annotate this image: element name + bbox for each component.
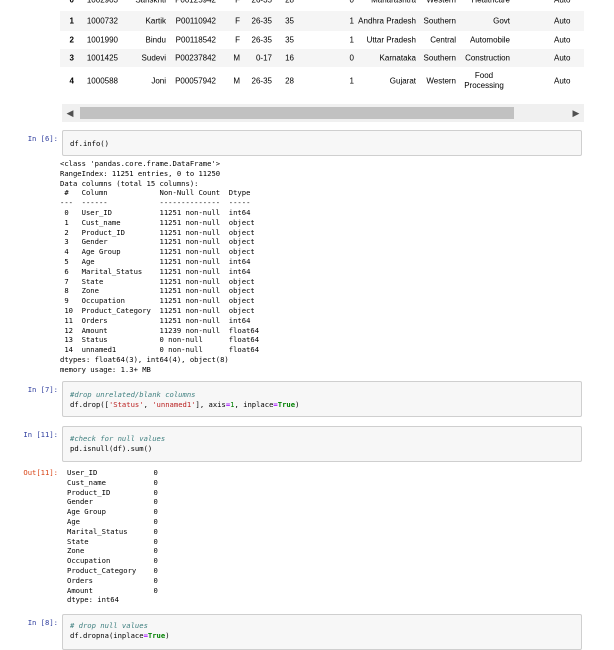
table-cell-category: Auto: [554, 35, 571, 45]
table-cell-product: P00057942: [175, 76, 216, 86]
table-cell-idx: 0: [69, 0, 74, 5]
code-text[interactable]: df.dropna(inplace=True): [70, 631, 170, 641]
table-cell-product: P00125942: [175, 0, 216, 5]
cell-prompt-out-11: Out[11]:: [23, 468, 58, 477]
table-cell-name: Bindu: [145, 35, 166, 45]
table-cell-marital: 0: [349, 53, 354, 63]
scroll-right-arrow-icon[interactable]: ▶: [568, 104, 584, 122]
table-cell-state: Uttar Pradesh: [366, 35, 416, 45]
table-cell-name: Joni: [151, 76, 166, 86]
table-cell-zone: Southern: [423, 16, 456, 26]
code-text[interactable]: df.info(): [70, 139, 109, 149]
table-cell-age-group: 26-35: [251, 76, 272, 86]
cell-prompt-in-8: In [8]:: [27, 618, 58, 627]
table-cell-occupation: Food Processing: [458, 71, 510, 91]
table-cell-age: 28: [285, 0, 294, 5]
table-cell-category: Auto: [554, 16, 571, 26]
code-comment: #drop unrelated/blank columns: [70, 390, 196, 399]
table-cell-idx: 2: [69, 35, 74, 45]
table-cell-gender: F: [235, 35, 240, 45]
code-comment: #check for null values: [70, 434, 166, 443]
code-cell-drop-columns[interactable]: #drop unrelated/blank columns df.drop(['…: [62, 381, 582, 417]
table-cell-age: 35: [285, 35, 294, 45]
table-cell-user-id: 1002903: [86, 0, 118, 5]
table-cell-age: 16: [285, 53, 294, 63]
table-cell-zone: Southern: [423, 53, 456, 63]
table-cell-gender: M: [233, 53, 240, 63]
table-cell-idx: 3: [69, 53, 74, 63]
table-cell-marital: 1: [349, 16, 354, 26]
table-cell-name: Sanskriti: [135, 0, 166, 5]
table-cell-marital: 1: [349, 76, 354, 86]
table-cell-user-id: 1001425: [86, 53, 118, 63]
table-cell-product: P00118542: [175, 35, 216, 45]
table-cell-gender: F: [235, 16, 240, 26]
table-row: 4 1000588 Joni P00057942 M 26-35 28 1 Gujarat Wes…: [60, 67, 584, 95]
scroll-left-arrow-icon[interactable]: ◀: [62, 104, 78, 122]
table-cell-user-id: 1000732: [86, 16, 118, 26]
cell-prompt-in-11: In [11]:: [23, 430, 58, 439]
table-row: 3 1001425 Sudevi P00237842 M 0-17 16 0 Karnataka…: [60, 49, 584, 67]
table-cell-occupation: Healthcare: [471, 0, 510, 5]
table-cell-zone: Western: [426, 76, 456, 86]
code-text[interactable]: pd.isnull(df).sum(): [70, 444, 152, 454]
table-row: 2 1001990 Bindu P00118542 F 26-35 35 1 Uttar Pra…: [60, 31, 584, 49]
table-cell-age-group: 0-17: [255, 53, 272, 63]
table-cell-idx: 1: [69, 16, 74, 26]
code-text[interactable]: df.drop(['Status', 'unnamed1'], axis=1, …: [70, 400, 299, 410]
table-cell-idx: 4: [69, 76, 74, 86]
table-cell-age-group: 26-35: [251, 0, 272, 5]
table-cell-occupation: Automobile: [469, 35, 510, 45]
code-cell-dropna[interactable]: # drop null values df.dropna(inplace=Tru…: [62, 614, 582, 650]
table-row: 0 1002903 Sanskriti P00125942 F 26-35 28 0 Mahar…: [60, 0, 584, 9]
null-sum-output: User_ID 0 Cust_name 0 Product_ID 0 Gende…: [67, 468, 158, 605]
table-cell-state: Gujarat: [389, 76, 416, 86]
table-cell-state: Karnataka: [379, 53, 416, 63]
table-cell-category: Auto: [554, 76, 571, 86]
table-cell-zone: Central: [430, 35, 456, 45]
table-cell-marital: 0: [349, 0, 354, 5]
table-cell-text: Processing: [464, 81, 504, 90]
table-cell-marital: 1: [349, 35, 354, 45]
scrollbar-thumb[interactable]: [80, 107, 514, 119]
table-cell-text: Food: [474, 71, 494, 80]
table-cell-category: Auto: [554, 53, 571, 63]
table-cell-age-group: 26-35: [251, 16, 272, 26]
horizontal-scrollbar[interactable]: ◀ ▶: [62, 104, 584, 122]
table-cell-age: 35: [285, 16, 294, 26]
table-cell-state: Maharashtra: [371, 0, 416, 5]
code-cell-null-check[interactable]: #check for null values pd.isnull(df).sum…: [62, 426, 582, 462]
table-cell-product: P00110942: [175, 16, 216, 26]
table-cell-occupation: Govt: [493, 16, 510, 26]
table-cell-occupation: Construction: [465, 53, 510, 63]
cell-prompt-in-6: In [6]:: [27, 134, 58, 143]
table-cell-age: 28: [285, 76, 294, 86]
table-cell-category: Auto: [554, 0, 571, 5]
code-cell-info[interactable]: df.info(): [62, 130, 582, 156]
table-cell-gender: M: [233, 76, 240, 86]
table-cell-user-id: 1000588: [86, 76, 118, 86]
table-cell-zone: Western: [426, 0, 456, 5]
table-cell-product: P00237842: [175, 53, 216, 63]
info-output: <class 'pandas.core.frame.DataFrame'> Ra…: [60, 159, 260, 374]
table-cell-gender: F: [235, 0, 240, 5]
table-cell-state: Andhra Pradesh: [358, 16, 416, 26]
cell-prompt-in-7: In [7]:: [27, 385, 58, 394]
table-row: 1 1000732 Kartik P00110942 F 26-35 35 1 Andhra P…: [60, 11, 584, 31]
table-cell-age-group: 26-35: [251, 35, 272, 45]
code-comment: # drop null values: [70, 621, 148, 630]
table-cell-name: Sudevi: [141, 53, 166, 63]
table-cell-user-id: 1001990: [86, 35, 118, 45]
table-cell-name: Kartik: [145, 16, 166, 26]
